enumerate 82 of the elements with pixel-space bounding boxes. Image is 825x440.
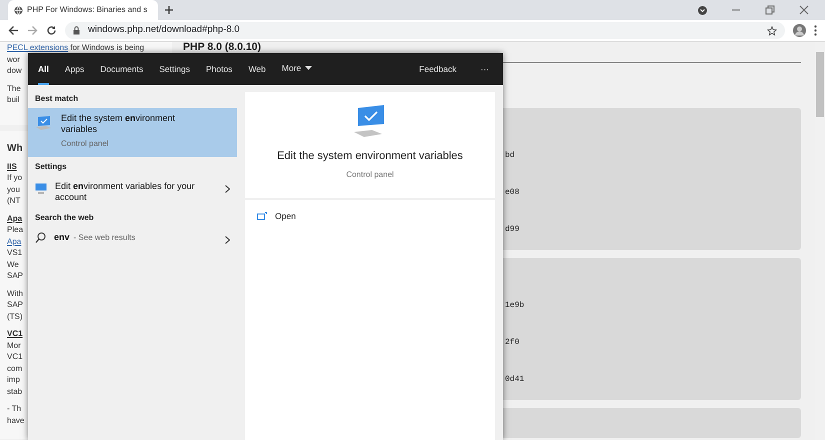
paragraph-text: - Th [7,403,22,414]
paragraph-text: have [7,414,24,426]
back-icon[interactable] [8,25,19,36]
close-icon[interactable] [799,5,809,15]
search-tab[interactable]: Apps [64,53,84,85]
section-heading: Settings [34,161,68,173]
checksum-text: 2f0 [505,337,520,349]
section-heading: Best match [34,93,80,105]
search-tab[interactable]: More [282,53,312,85]
paragraph-text: If yo [7,172,22,184]
reload-icon[interactable] [46,25,57,36]
search-icon [35,232,46,243]
open-window-icon [257,212,267,220]
query-text: env [54,232,70,243]
section-heading: Wh [7,143,23,154]
link-text[interactable]: Apa [7,236,22,247]
avatar-icon[interactable] [793,24,806,37]
search-tab[interactable]: All [38,53,49,85]
caret-icon [305,66,312,70]
paragraph-text: SAP [7,299,24,310]
more-options-button[interactable]: ··· [480,53,489,85]
paragraph-text: The [7,82,21,94]
paragraph-text: imp [7,374,20,386]
paragraph-text: Mor [7,340,21,351]
browser-tab[interactable]: PHP For Windows: Binaries and s [8,0,158,20]
search-result[interactable]: Edit the system environment variables Control panel [28,108,237,157]
tab-title: PHP For Windows: Binaries and s [27,4,148,16]
new-tab-icon[interactable] [164,5,174,15]
scrollbar-thumb[interactable] [816,52,824,117]
profile-menu-icon[interactable] [698,6,707,14]
paragraph-text: you [7,184,20,195]
search-tab[interactable]: Documents [100,53,144,85]
paragraph-text: buil [7,94,20,106]
url-text: windows.php.net/download#php-8.0 [88,23,241,38]
paragraph-text: Plea [7,224,24,236]
release-heading: PHP 8.0 (8.0.10) [183,42,262,52]
pecl-link[interactable]: PECL extensions [7,43,68,52]
menu-icon[interactable] [814,25,817,36]
chevron-right-icon [225,236,230,244]
paragraph-text: We [7,258,19,270]
search-result[interactable]: env - See web results [28,227,237,249]
paragraph-text: (TS) [7,310,23,322]
subheading: Apa [7,212,22,224]
intro-text: PECL extensions for Windows is being [7,42,146,54]
result-title: Edit environment variables for your account [55,181,196,203]
paragraph-text: wor [7,54,20,65]
paragraph-text: SAP [7,270,24,282]
paragraph-text: With [7,288,23,299]
paragraph-text: (NT [7,195,20,206]
globe-icon [14,6,23,14]
monitor-icon [35,183,47,194]
checksum-text: 0d41 [505,374,526,386]
star-icon[interactable] [767,26,777,36]
paragraph-text: com [7,362,22,374]
section-heading: Search the web [34,212,95,224]
checksum-text: d99 [505,224,520,236]
paragraph-text: VS1 [7,247,22,258]
lock-icon [73,26,80,35]
address-bar[interactable]: windows.php.net/download#php-8.0 [65,22,785,39]
search-tab[interactable]: Photos [206,53,232,85]
checksum-text: bd [505,150,516,162]
chevron-right-icon [225,185,230,193]
computer-icon [35,115,53,131]
paragraph-text: VC1 [7,351,23,362]
forward-icon[interactable] [27,25,38,36]
result-subtitle: Control panel [61,138,110,149]
open-action[interactable]: Open [257,210,483,223]
search-result[interactable]: Edit environment variables for your account [28,176,237,208]
preview-subtitle: Control panel [346,168,394,180]
hint-text: - See web results [74,232,136,243]
search-tab[interactable]: Web [248,53,266,85]
result-title: Edit the system environment variables [61,113,176,135]
paragraph-text: dow [7,65,22,76]
checksum-text: e08 [505,187,520,199]
restore-icon[interactable] [765,5,775,15]
feedback-button[interactable]: Feedback [419,53,456,85]
checksum-text: 1e9b [505,300,526,312]
paragraph-text: stab [7,386,22,397]
search-tab[interactable]: Settings [159,53,190,85]
subheading: IIS [7,160,17,172]
subheading: VC1 [7,328,23,340]
preview-title: Edit the system environment variables [277,149,463,164]
